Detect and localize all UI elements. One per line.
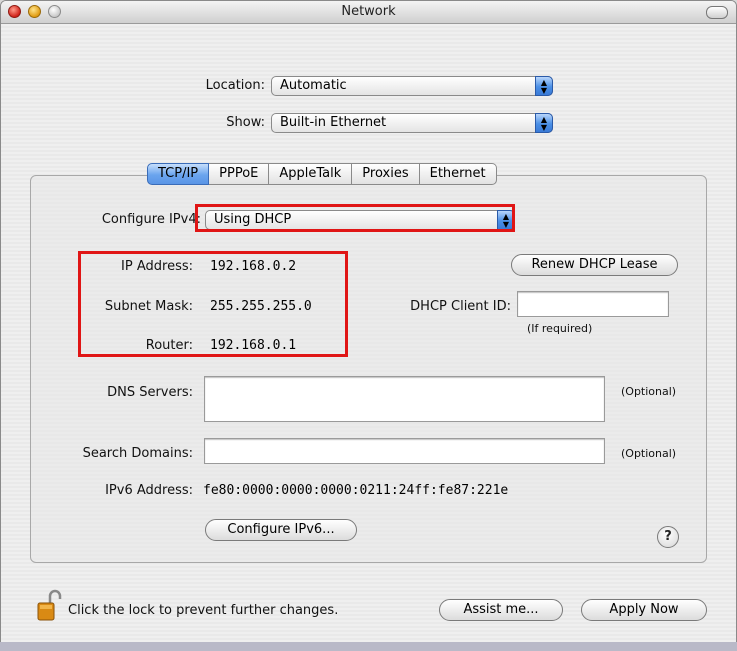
search-domains-label: Search Domains: [82, 446, 193, 461]
window-title: Network [341, 4, 396, 19]
location-value: Automatic [280, 78, 347, 93]
router-value: 192.168.0.1 [210, 338, 297, 353]
popup-arrows-icon: ▲ ▼ [535, 113, 553, 133]
location-popup[interactable]: Automatic ▲ ▼ [271, 76, 553, 96]
router-label: Router: [145, 338, 193, 353]
subnet-mask-label: Subnet Mask: [104, 299, 193, 314]
assist-me-button[interactable]: Assist me... [439, 599, 563, 621]
configure-ipv4-label: Configure IPv4: [101, 212, 201, 227]
show-label: Show: [226, 115, 265, 130]
ipv6-address-value: fe80:0000:0000:0000:0211:24ff:fe87:221e [203, 483, 509, 498]
tab-ethernet[interactable]: Ethernet [419, 163, 497, 185]
lock-status-text: Click the lock to prevent further change… [68, 603, 339, 618]
dhcp-client-id-field[interactable] [517, 291, 669, 317]
lock-icon[interactable] [37, 589, 63, 623]
apply-now-button[interactable]: Apply Now [581, 599, 707, 621]
search-domains-optional-hint: (Optional) [621, 447, 677, 460]
tab-bar: TCP/IP PPPoE AppleTalk Proxies Ethernet [147, 163, 497, 185]
renew-dhcp-lease-button[interactable]: Renew DHCP Lease [511, 254, 678, 276]
configure-ipv4-popup[interactable]: Using DHCP ▲ ▼ [205, 210, 515, 230]
toolbar-toggle-button[interactable] [706, 6, 728, 19]
tab-proxies[interactable]: Proxies [352, 163, 420, 185]
settings-panel [30, 175, 707, 563]
dhcp-client-id-label: DHCP Client ID: [410, 299, 511, 314]
tab-tcpip[interactable]: TCP/IP [147, 163, 210, 185]
tab-appletalk[interactable]: AppleTalk [269, 163, 353, 185]
subnet-mask-value: 255.255.255.0 [210, 299, 312, 314]
configure-ipv6-button[interactable]: Configure IPv6... [205, 519, 357, 541]
title-bar: Network [1, 1, 736, 24]
help-button[interactable]: ? [657, 526, 679, 548]
search-domains-field[interactable] [204, 438, 605, 464]
network-window: Network Location: Automatic ▲ ▼ Show: Bui… [0, 0, 737, 643]
dns-servers-label: DNS Servers: [107, 385, 193, 400]
show-value: Built-in Ethernet [280, 115, 387, 130]
configure-ipv4-value: Using DHCP [214, 212, 292, 227]
ipv6-address-label: IPv6 Address: [105, 483, 193, 498]
tab-pppoe[interactable]: PPPoE [209, 163, 270, 185]
popup-arrows-icon: ▲ ▼ [497, 210, 515, 230]
dns-optional-hint: (Optional) [621, 385, 677, 398]
ip-address-value: 192.168.0.2 [210, 259, 297, 274]
show-popup[interactable]: Built-in Ethernet ▲ ▼ [271, 113, 553, 133]
location-label: Location: [205, 78, 265, 93]
background-window-strip [0, 642, 737, 651]
popup-arrows-icon: ▲ ▼ [535, 76, 553, 96]
dns-servers-field[interactable] [204, 376, 605, 422]
dhcp-client-id-hint: (If required) [527, 322, 593, 335]
ip-address-label: IP Address: [121, 259, 193, 274]
